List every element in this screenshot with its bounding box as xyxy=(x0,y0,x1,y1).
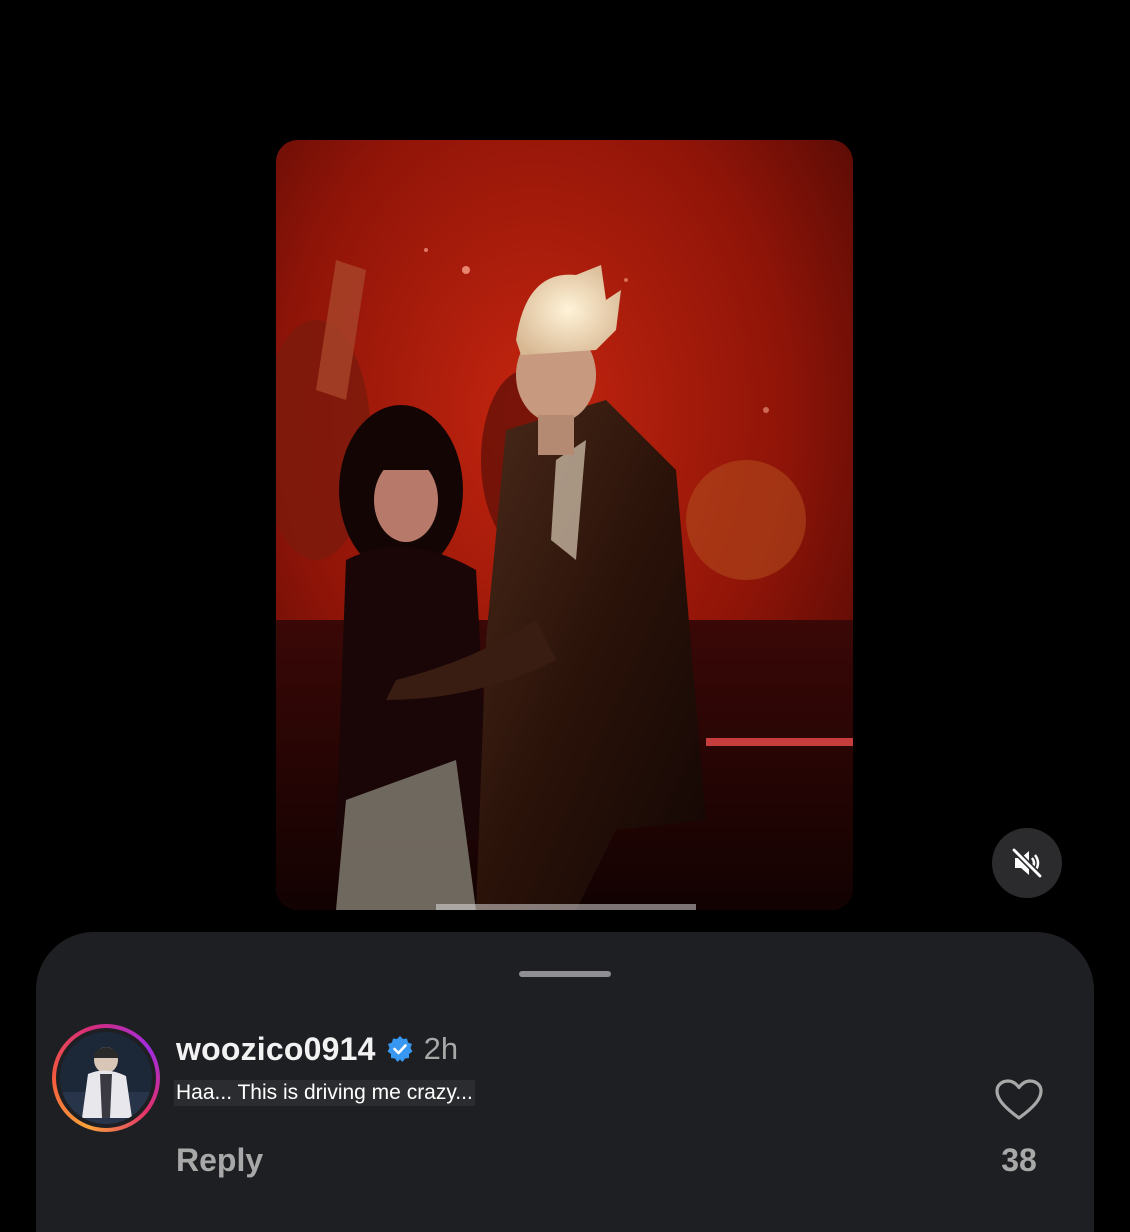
video-preview[interactable] xyxy=(276,140,853,910)
video-frame-image xyxy=(276,140,853,910)
like-count: 38 xyxy=(1001,1142,1037,1178)
speaker-muted-icon xyxy=(1011,847,1043,879)
heart-outline-icon xyxy=(995,1079,1043,1120)
comment-username[interactable]: woozico0914 xyxy=(176,1031,376,1068)
avatar[interactable] xyxy=(60,1032,152,1124)
like-button[interactable] xyxy=(994,1078,1044,1122)
comment-timestamp: 2h xyxy=(423,1031,459,1066)
comments-sheet: woozico0914 2h Haa... This is driving me… xyxy=(36,932,1094,1232)
verified-badge-icon xyxy=(387,1036,413,1062)
comment-header: woozico0914 2h xyxy=(176,1029,458,1069)
sheet-grab-handle[interactable] xyxy=(519,971,611,977)
comment-text: Haa... This is driving me crazy... xyxy=(174,1080,475,1106)
reply-button[interactable]: Reply xyxy=(176,1142,263,1179)
mute-toggle-button[interactable] xyxy=(992,828,1062,898)
avatar-image xyxy=(60,1032,152,1124)
story-ring[interactable] xyxy=(52,1024,160,1132)
